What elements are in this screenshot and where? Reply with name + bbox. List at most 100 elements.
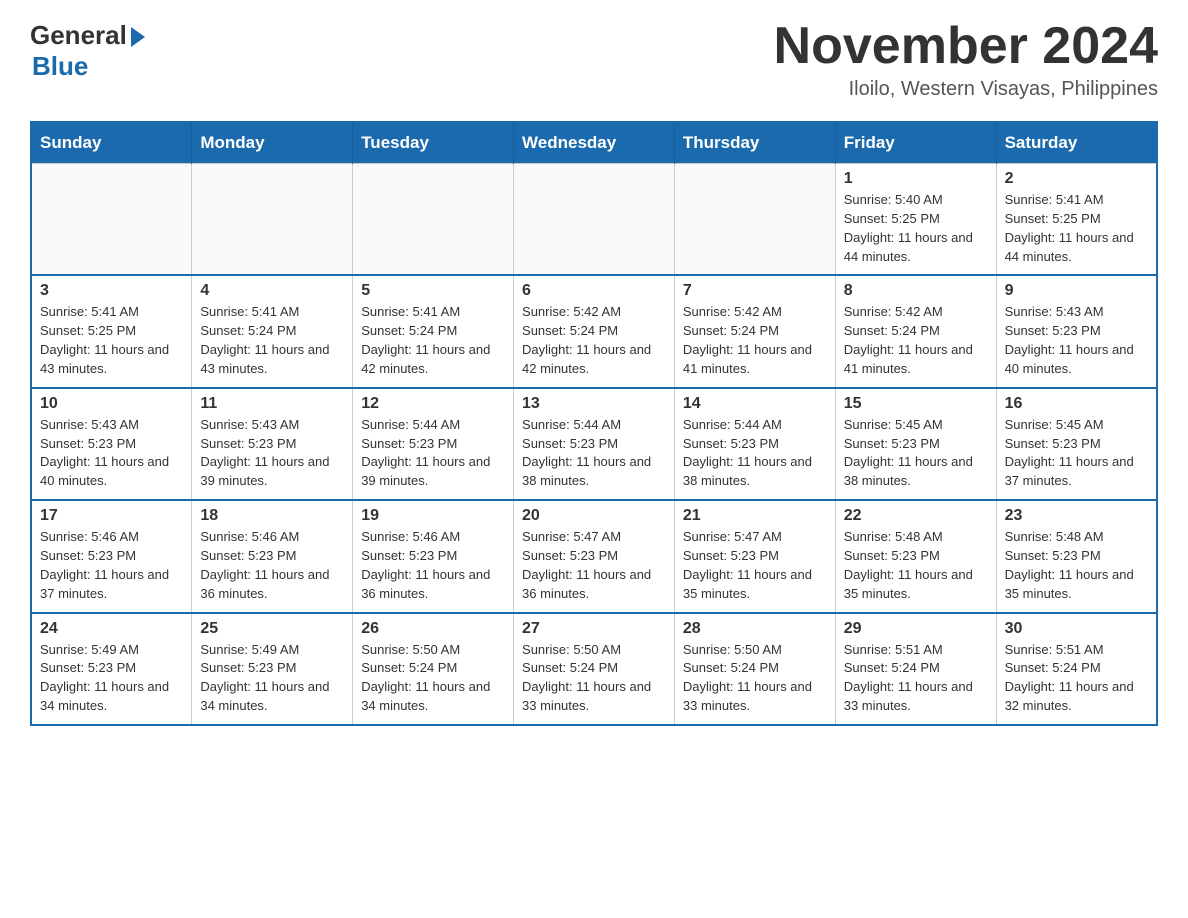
day-info: Sunrise: 5:43 AMSunset: 5:23 PMDaylight:…	[200, 416, 344, 491]
calendar-day-cell: 20Sunrise: 5:47 AMSunset: 5:23 PMDayligh…	[514, 500, 675, 612]
day-info: Sunrise: 5:41 AMSunset: 5:25 PMDaylight:…	[40, 303, 183, 378]
calendar-day-cell: 19 Sunrise: 5:46 AMSunset: 5:23 PMDayligh…	[353, 500, 514, 612]
calendar-day-cell: 22 Sunrise: 5:48 AMSunset: 5:23 PMDayligh…	[835, 500, 996, 612]
day-number: 18	[200, 507, 344, 525]
calendar-day-cell: 9Sunrise: 5:43 AMSunset: 5:23 PMDaylight…	[996, 275, 1157, 387]
day-number: 27	[522, 620, 666, 638]
month-title: November 2024	[774, 20, 1158, 72]
calendar-day-cell	[514, 164, 675, 276]
calendar-day-header: Thursday	[674, 122, 835, 164]
logo-arrow-icon	[131, 27, 145, 47]
title-section: November 2024 Iloilo, Western Visayas, P…	[774, 20, 1158, 101]
calendar-week-row: 17 Sunrise: 5:46 AMSunset: 5:23 PMDayligh…	[31, 500, 1157, 612]
day-number: 2	[1005, 170, 1148, 188]
day-number: 22	[844, 507, 988, 525]
calendar-day-cell: 18 Sunrise: 5:46 AMSunset: 5:23 PMDayligh…	[192, 500, 353, 612]
calendar-day-cell: 11 Sunrise: 5:43 AMSunset: 5:23 PMDayligh…	[192, 388, 353, 500]
day-info: Sunrise: 5:51 AMSunset: 5:24 PMDaylight:…	[1005, 641, 1148, 716]
calendar-day-header: Wednesday	[514, 122, 675, 164]
day-info: Sunrise: 5:51 AMSunset: 5:24 PMDaylight:…	[844, 641, 988, 716]
day-info: Sunrise: 5:44 AMSunset: 5:23 PMDaylight:…	[361, 416, 505, 491]
day-number: 28	[683, 620, 827, 638]
location-subtitle: Iloilo, Western Visayas, Philippines	[774, 78, 1158, 101]
calendar-week-row: 3 Sunrise: 5:41 AMSunset: 5:25 PMDaylight…	[31, 275, 1157, 387]
calendar-day-cell: 21Sunrise: 5:47 AMSunset: 5:23 PMDayligh…	[674, 500, 835, 612]
calendar-day-cell: 30 Sunrise: 5:51 AMSunset: 5:24 PMDayligh…	[996, 613, 1157, 725]
day-info: Sunrise: 5:47 AMSunset: 5:23 PMDaylight:…	[522, 528, 666, 603]
day-info: Sunrise: 5:45 AMSunset: 5:23 PMDaylight:…	[1005, 416, 1148, 491]
calendar-day-cell: 5 Sunrise: 5:41 AMSunset: 5:24 PMDaylight…	[353, 275, 514, 387]
logo-blue-text: Blue	[32, 51, 88, 82]
calendar-day-cell: 15 Sunrise: 5:45 AMSunset: 5:23 PMDayligh…	[835, 388, 996, 500]
day-number: 19	[361, 507, 505, 525]
day-number: 1	[844, 170, 988, 188]
day-number: 14	[683, 395, 827, 413]
calendar-table: SundayMondayTuesdayWednesdayThursdayFrid…	[30, 121, 1158, 726]
logo: General Blue	[30, 20, 145, 82]
calendar-day-cell: 13 Sunrise: 5:44 AMSunset: 5:23 PMDayligh…	[514, 388, 675, 500]
day-number: 26	[361, 620, 505, 638]
day-number: 29	[844, 620, 988, 638]
day-number: 30	[1005, 620, 1148, 638]
calendar-day-cell: 12Sunrise: 5:44 AMSunset: 5:23 PMDayligh…	[353, 388, 514, 500]
calendar-day-header: Tuesday	[353, 122, 514, 164]
calendar-day-cell	[192, 164, 353, 276]
calendar-day-cell: 24Sunrise: 5:49 AMSunset: 5:23 PMDayligh…	[31, 613, 192, 725]
calendar-header-row: SundayMondayTuesdayWednesdayThursdayFrid…	[31, 122, 1157, 164]
day-number: 13	[522, 395, 666, 413]
calendar-day-cell: 8 Sunrise: 5:42 AMSunset: 5:24 PMDaylight…	[835, 275, 996, 387]
day-number: 25	[200, 620, 344, 638]
page-header: General Blue November 2024 Iloilo, Weste…	[30, 20, 1158, 101]
day-number: 9	[1005, 282, 1148, 300]
logo-general-text: General	[30, 20, 127, 51]
day-info: Sunrise: 5:44 AMSunset: 5:23 PMDaylight:…	[522, 416, 666, 491]
calendar-day-cell: 28 Sunrise: 5:50 AMSunset: 5:24 PMDayligh…	[674, 613, 835, 725]
day-info: Sunrise: 5:48 AMSunset: 5:23 PMDaylight:…	[844, 528, 988, 603]
day-number: 17	[40, 507, 183, 525]
day-number: 7	[683, 282, 827, 300]
day-number: 23	[1005, 507, 1148, 525]
day-number: 5	[361, 282, 505, 300]
calendar-day-cell: 29 Sunrise: 5:51 AMSunset: 5:24 PMDayligh…	[835, 613, 996, 725]
day-info: Sunrise: 5:50 AMSunset: 5:24 PMDaylight:…	[683, 641, 827, 716]
day-info: Sunrise: 5:47 AMSunset: 5:23 PMDaylight:…	[683, 528, 827, 603]
day-info: Sunrise: 5:43 AMSunset: 5:23 PMDaylight:…	[40, 416, 183, 491]
calendar-day-cell	[353, 164, 514, 276]
day-info: Sunrise: 5:41 AMSunset: 5:24 PMDaylight:…	[361, 303, 505, 378]
day-info: Sunrise: 5:48 AMSunset: 5:23 PMDaylight:…	[1005, 528, 1148, 603]
day-number: 16	[1005, 395, 1148, 413]
day-number: 10	[40, 395, 183, 413]
day-info: Sunrise: 5:46 AMSunset: 5:23 PMDaylight:…	[200, 528, 344, 603]
day-info: Sunrise: 5:41 AMSunset: 5:25 PMDaylight:…	[1005, 191, 1148, 266]
day-info: Sunrise: 5:44 AMSunset: 5:23 PMDaylight:…	[683, 416, 827, 491]
day-info: Sunrise: 5:49 AMSunset: 5:23 PMDaylight:…	[40, 641, 183, 716]
calendar-day-header: Friday	[835, 122, 996, 164]
calendar-day-cell: 1Sunrise: 5:40 AMSunset: 5:25 PMDaylight…	[835, 164, 996, 276]
calendar-day-cell: 6 Sunrise: 5:42 AMSunset: 5:24 PMDaylight…	[514, 275, 675, 387]
calendar-day-cell: 27 Sunrise: 5:50 AMSunset: 5:24 PMDayligh…	[514, 613, 675, 725]
day-info: Sunrise: 5:42 AMSunset: 5:24 PMDaylight:…	[522, 303, 666, 378]
day-number: 6	[522, 282, 666, 300]
calendar-week-row: 1Sunrise: 5:40 AMSunset: 5:25 PMDaylight…	[31, 164, 1157, 276]
day-info: Sunrise: 5:45 AMSunset: 5:23 PMDaylight:…	[844, 416, 988, 491]
calendar-day-cell: 16 Sunrise: 5:45 AMSunset: 5:23 PMDayligh…	[996, 388, 1157, 500]
calendar-day-header: Monday	[192, 122, 353, 164]
day-info: Sunrise: 5:46 AMSunset: 5:23 PMDaylight:…	[40, 528, 183, 603]
day-number: 8	[844, 282, 988, 300]
day-number: 11	[200, 395, 344, 413]
calendar-day-cell: 17 Sunrise: 5:46 AMSunset: 5:23 PMDayligh…	[31, 500, 192, 612]
calendar-day-cell: 23 Sunrise: 5:48 AMSunset: 5:23 PMDayligh…	[996, 500, 1157, 612]
day-number: 15	[844, 395, 988, 413]
day-info: Sunrise: 5:50 AMSunset: 5:24 PMDaylight:…	[522, 641, 666, 716]
calendar-week-row: 10 Sunrise: 5:43 AMSunset: 5:23 PMDayligh…	[31, 388, 1157, 500]
day-info: Sunrise: 5:42 AMSunset: 5:24 PMDaylight:…	[844, 303, 988, 378]
calendar-day-header: Saturday	[996, 122, 1157, 164]
calendar-day-cell: 2 Sunrise: 5:41 AMSunset: 5:25 PMDaylight…	[996, 164, 1157, 276]
day-number: 3	[40, 282, 183, 300]
calendar-day-cell: 10 Sunrise: 5:43 AMSunset: 5:23 PMDayligh…	[31, 388, 192, 500]
calendar-day-cell: 7Sunrise: 5:42 AMSunset: 5:24 PMDaylight…	[674, 275, 835, 387]
calendar-day-header: Sunday	[31, 122, 192, 164]
day-info: Sunrise: 5:46 AMSunset: 5:23 PMDaylight:…	[361, 528, 505, 603]
calendar-day-cell: 14 Sunrise: 5:44 AMSunset: 5:23 PMDayligh…	[674, 388, 835, 500]
calendar-day-cell	[674, 164, 835, 276]
